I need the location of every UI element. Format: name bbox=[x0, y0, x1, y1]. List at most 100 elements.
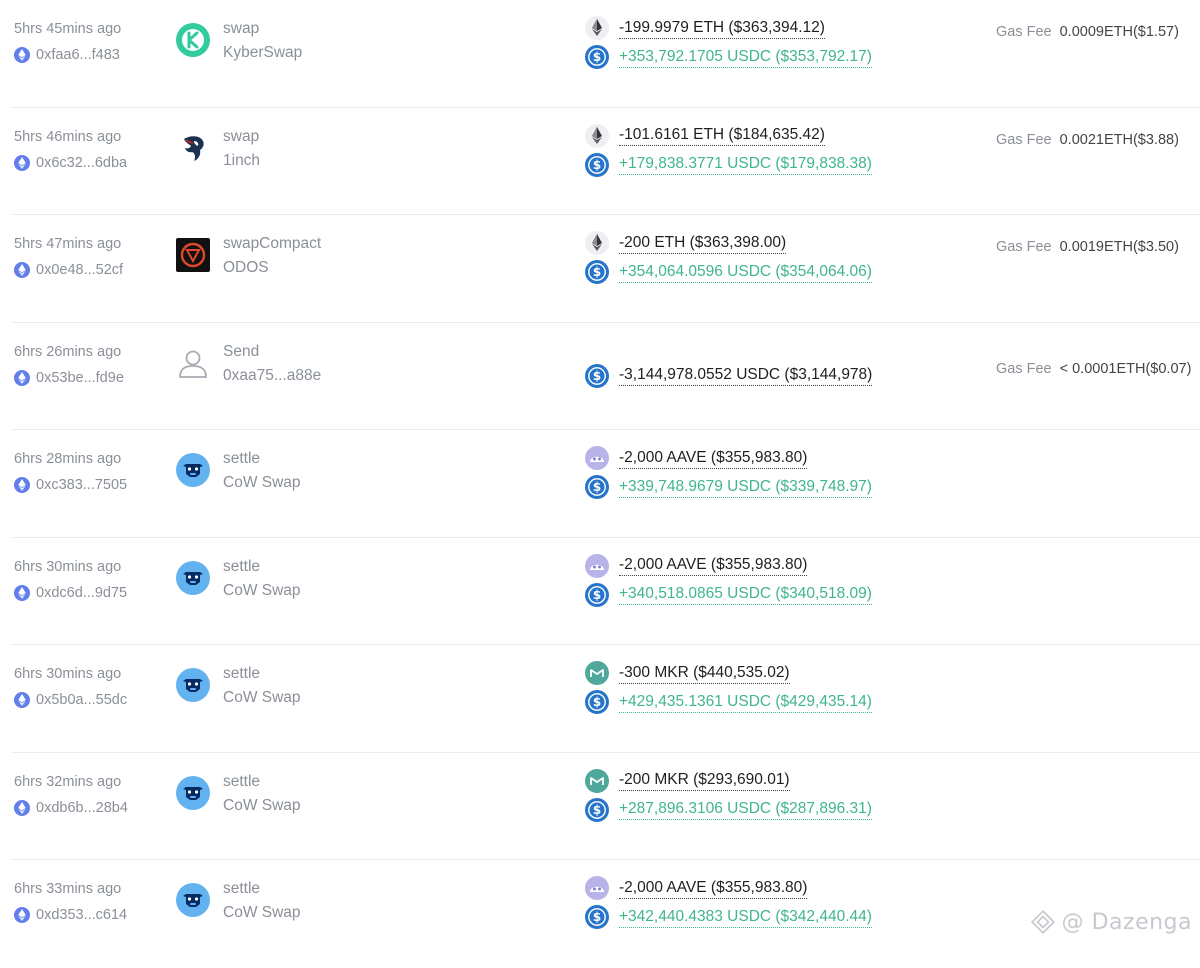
tx-hash[interactable]: 0x53be...fd9e bbox=[36, 370, 124, 386]
tx-hash[interactable]: 0xdc6d...9d75 bbox=[36, 585, 127, 601]
svg-text:$: $ bbox=[593, 50, 601, 64]
time-column: 6hrs 30mins ago 0xdc6d...9d75 bbox=[14, 556, 164, 604]
tx-hash-link[interactable]: 0xc383...7505 bbox=[14, 474, 164, 496]
eth-icon[interactable] bbox=[585, 123, 609, 148]
transaction-row[interactable]: 5hrs 45mins ago 0xfaa6...f483 swap Kyber… bbox=[12, 0, 1200, 108]
tx-hash[interactable]: 0xfaa6...f483 bbox=[36, 47, 120, 63]
incoming-amount[interactable]: +354,064.0596 USDC ($354,064.06) bbox=[619, 262, 872, 283]
outgoing-amount[interactable]: -200 MKR ($293,690.01) bbox=[619, 770, 790, 791]
balance-change: -300 MKR ($440,535.02) bbox=[585, 660, 985, 686]
tx-hash[interactable]: 0x6c32...6dba bbox=[36, 155, 127, 171]
mkr-icon[interactable] bbox=[585, 768, 609, 793]
usdc-icon[interactable]: $ bbox=[585, 475, 609, 499]
tx-hash-link[interactable]: 0x5b0a...55dc bbox=[14, 689, 164, 711]
app-name[interactable]: 1inch bbox=[223, 150, 260, 172]
incoming-amount[interactable]: +179,838.3771 USDC ($179,838.38) bbox=[619, 154, 872, 175]
eth-icon[interactable] bbox=[585, 16, 609, 40]
app-name[interactable]: KyberSwap bbox=[223, 42, 302, 64]
usdc-icon[interactable]: $ bbox=[585, 797, 609, 822]
time-ago: 5hrs 46mins ago bbox=[14, 128, 122, 145]
usdc-icon[interactable]: $ bbox=[585, 363, 609, 388]
outgoing-amount[interactable]: -101.6161 ETH ($184,635.42) bbox=[619, 125, 825, 146]
method-name: swap bbox=[223, 20, 260, 37]
time-ago: 6hrs 26mins ago bbox=[14, 343, 122, 360]
incoming-amount[interactable]: +429,435.1361 USDC ($429,435.14) bbox=[619, 692, 872, 713]
1inch-icon[interactable] bbox=[175, 130, 211, 166]
kyberswap-icon[interactable] bbox=[175, 22, 211, 58]
method-name: settle bbox=[223, 665, 261, 682]
tx-hash-link[interactable]: 0xdc6d...9d75 bbox=[14, 582, 164, 604]
aave-icon[interactable] bbox=[585, 553, 609, 578]
usdc-icon[interactable]: $ bbox=[585, 905, 609, 929]
outgoing-amount[interactable]: -2,000 AAVE ($355,983.80) bbox=[619, 448, 808, 469]
outgoing-amount[interactable]: -2,000 AAVE ($355,983.80) bbox=[619, 555, 808, 576]
usdc-icon[interactable]: $ bbox=[585, 690, 609, 714]
tx-hash[interactable]: 0x5b0a...55dc bbox=[36, 692, 127, 708]
tx-hash-link[interactable]: 0xd353...c614 bbox=[14, 904, 164, 926]
method-name: settle bbox=[223, 772, 261, 790]
time-column: 6hrs 30mins ago 0x5b0a...55dc bbox=[14, 663, 164, 711]
outgoing-amount[interactable]: -300 MKR ($440,535.02) bbox=[619, 663, 790, 684]
cow-swap-icon[interactable] bbox=[175, 882, 211, 918]
svg-text:$: $ bbox=[593, 588, 601, 602]
cow-swap-icon[interactable] bbox=[175, 560, 211, 596]
tx-hash[interactable]: 0xdb6b...28b4 bbox=[36, 800, 128, 816]
balance-change: -200 MKR ($293,690.01) bbox=[585, 768, 985, 794]
usdc-icon[interactable]: $ bbox=[585, 582, 609, 607]
ethereum-chain-icon bbox=[14, 47, 30, 63]
outgoing-amount[interactable]: -199.9979 ETH ($363,394.12) bbox=[619, 18, 825, 39]
aave-icon[interactable] bbox=[585, 876, 609, 900]
incoming-amount[interactable]: +353,792.1705 USDC ($353,792.17) bbox=[619, 47, 872, 68]
app-name[interactable]: ODOS bbox=[223, 257, 321, 279]
gas-fee-value: 0.0019ETH($3.50) bbox=[1059, 239, 1179, 255]
transaction-row[interactable]: 5hrs 47mins ago 0x0e48...52cf swapCompac… bbox=[12, 215, 1200, 323]
transaction-row[interactable]: 6hrs 33mins ago 0xd353...c614 settle CoW… bbox=[12, 860, 1200, 968]
tx-hash-link[interactable]: 0x6c32...6dba bbox=[14, 152, 164, 174]
outgoing-amount[interactable]: -3,144,978.0552 USDC ($3,144,978) bbox=[619, 365, 873, 386]
tx-hash[interactable]: 0xc383...7505 bbox=[36, 477, 127, 493]
outgoing-amount[interactable]: -2,000 AAVE ($355,983.80) bbox=[619, 878, 808, 899]
cow-swap-icon[interactable] bbox=[175, 452, 211, 488]
balance-changes: -2,000 AAVE ($355,983.80) $ +340,518.0865 … bbox=[585, 553, 985, 611]
tx-hash-link[interactable]: 0x53be...fd9e bbox=[14, 367, 164, 389]
ethereum-chain-icon bbox=[14, 692, 30, 708]
app-name[interactable]: 0xaa75...a88e bbox=[223, 365, 321, 387]
cow-swap-icon[interactable] bbox=[175, 667, 211, 703]
mkr-icon[interactable] bbox=[585, 661, 609, 685]
app-name[interactable]: CoW Swap bbox=[223, 795, 301, 817]
incoming-amount[interactable]: +342,440.4383 USDC ($342,440.44) bbox=[619, 907, 872, 928]
cow-swap-icon[interactable] bbox=[175, 775, 211, 811]
incoming-amount[interactable]: +287,896.3106 USDC ($287,896.31) bbox=[619, 799, 872, 820]
transaction-row[interactable]: 6hrs 32mins ago 0xdb6b...28b4 settle CoW… bbox=[12, 753, 1200, 860]
balance-change: -2,000 AAVE ($355,983.80) bbox=[585, 445, 985, 471]
incoming-amount[interactable]: +340,518.0865 USDC ($340,518.09) bbox=[619, 584, 872, 605]
tx-hash-link[interactable]: 0xfaa6...f483 bbox=[14, 44, 164, 66]
transaction-row[interactable]: 6hrs 26mins ago 0x53be...fd9e Send 0xaa7… bbox=[12, 323, 1200, 430]
app-name[interactable]: CoW Swap bbox=[223, 902, 301, 924]
time-column: 6hrs 32mins ago 0xdb6b...28b4 bbox=[14, 771, 164, 819]
time-column: 6hrs 33mins ago 0xd353...c614 bbox=[14, 878, 164, 926]
transaction-row[interactable]: 6hrs 28mins ago 0xc383...7505 settle CoW… bbox=[12, 430, 1200, 538]
tx-hash-link[interactable]: 0x0e48...52cf bbox=[14, 259, 164, 281]
usdc-icon[interactable]: $ bbox=[585, 45, 609, 69]
transaction-row[interactable]: 6hrs 30mins ago 0x5b0a...55dc settle CoW… bbox=[12, 645, 1200, 753]
tx-hash-link[interactable]: 0xdb6b...28b4 bbox=[14, 797, 164, 819]
odos-icon[interactable] bbox=[175, 237, 211, 273]
time-ago: 6hrs 28mins ago bbox=[14, 451, 122, 467]
app-name[interactable]: CoW Swap bbox=[223, 580, 301, 602]
app-name[interactable]: CoW Swap bbox=[223, 472, 301, 494]
watermark: @ Dazenga bbox=[1030, 909, 1192, 935]
aave-icon[interactable] bbox=[585, 446, 609, 470]
user-icon[interactable] bbox=[175, 345, 211, 381]
incoming-amount[interactable]: +339,748.9679 USDC ($339,748.97) bbox=[619, 477, 872, 498]
tx-hash[interactable]: 0xd353...c614 bbox=[36, 907, 127, 923]
transaction-row[interactable]: 6hrs 30mins ago 0xdc6d...9d75 settle CoW… bbox=[12, 538, 1200, 645]
app-name[interactable]: CoW Swap bbox=[223, 687, 301, 709]
time-ago: 5hrs 47mins ago bbox=[14, 236, 122, 252]
outgoing-amount[interactable]: -200 ETH ($363,398.00) bbox=[619, 233, 787, 254]
usdc-icon[interactable]: $ bbox=[585, 260, 609, 284]
tx-hash[interactable]: 0x0e48...52cf bbox=[36, 262, 123, 278]
transaction-row[interactable]: 5hrs 46mins ago 0x6c32...6dba swap 1inch… bbox=[12, 108, 1200, 215]
eth-icon[interactable] bbox=[585, 231, 609, 255]
usdc-icon[interactable]: $ bbox=[585, 152, 609, 177]
